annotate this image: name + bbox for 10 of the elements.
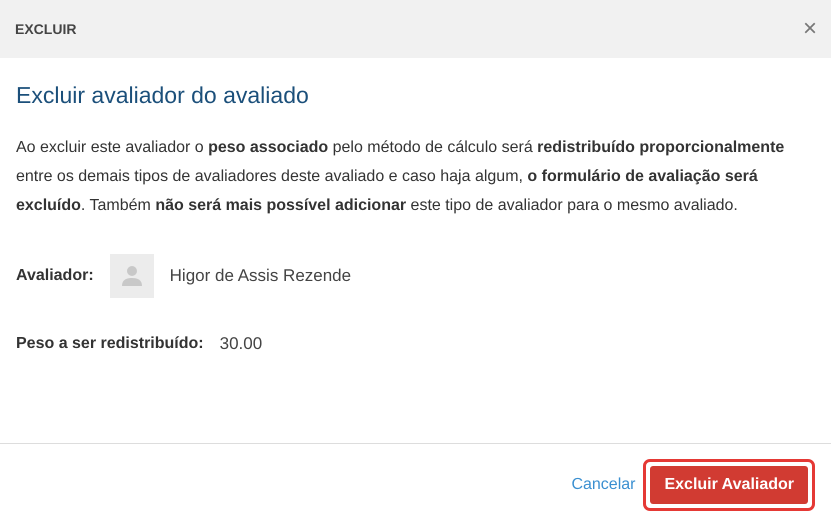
dialog-heading: Excluir avaliador do avaliado	[16, 82, 310, 109]
delete-button[interactable]: Excluir Avaliador	[650, 466, 808, 504]
cancel-link[interactable]: Cancelar	[571, 476, 636, 494]
avatar-icon	[110, 254, 154, 298]
warning-message: Ao excluir este avaliador o peso associado pelo método de cálculo será redistribuído proporcionalmente entre os demais tipos de avaliadores deste avaliado e caso haja algum, o formulário de avaliação será excluído. Também não será mais possível adicionar este tipo de avaliador para o mesmo avaliado.	[16, 138, 786, 216]
field-value: Higor de Assis Rezende	[170, 266, 352, 286]
field-label: Avaliador:	[16, 267, 94, 285]
field-value: 30.00	[220, 334, 262, 354]
field-label: Peso a ser redistribuído:	[16, 335, 204, 353]
dialog-title: EXCLUIR	[15, 21, 76, 37]
